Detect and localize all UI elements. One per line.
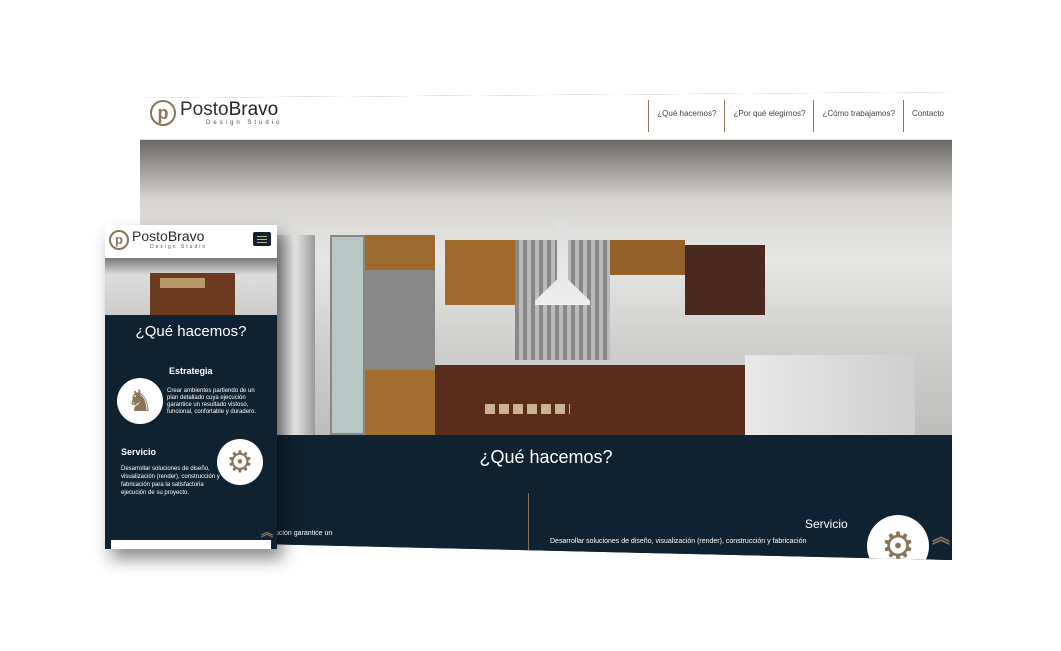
service-text: Desarrollar soluciones de diseño, visual…	[121, 466, 220, 496]
service-title: Servicio	[805, 517, 848, 531]
main-nav: ¿Qué hacemos? ¿Por qué elegirnos? ¿Cómo …	[648, 100, 952, 132]
nav-contacto[interactable]: Contacto	[902, 100, 952, 132]
brand-tagline: Design Studio	[150, 244, 208, 250]
logo-mark-icon: p	[109, 229, 129, 250]
column-divider	[528, 493, 529, 560]
scroll-top-icon[interactable]: ︽	[261, 523, 273, 540]
brand-name-b: Bravo	[228, 99, 279, 120]
hamburger-menu-icon[interactable]	[253, 232, 271, 246]
gear-pencil-icon: ⚙	[867, 515, 929, 560]
strategy-title: Estrategia	[169, 366, 213, 376]
brand-name-b: Bravo	[167, 228, 205, 244]
mobile-logo[interactable]: p PostoBravo Design Studio	[109, 229, 207, 250]
service-title: Servicio	[121, 447, 157, 457]
chess-knight-icon: ♞	[117, 378, 163, 424]
nav-que-hacemos[interactable]: ¿Qué hacemos?	[648, 100, 724, 132]
mobile-header: p PostoBravo Design Studio	[105, 225, 277, 258]
mobile-section-title: ¿Qué hacemos?	[135, 323, 247, 340]
mobile-hero-image	[105, 258, 277, 315]
nav-como-trabajamos[interactable]: ¿Cómo trabajamos?	[813, 100, 902, 132]
scroll-top-icon[interactable]: ︽	[932, 523, 950, 549]
desktop-header: p PostoBravo Design Studio ¿Qué hacemos?…	[140, 92, 952, 140]
brand-name-a: Posto	[132, 228, 168, 244]
gear-pencil-icon: ⚙	[217, 439, 263, 485]
nav-por-que-elegirnos[interactable]: ¿Por qué elegirnos?	[724, 100, 813, 132]
brand-name-a: Posto	[180, 99, 229, 120]
mobile-mockup: p PostoBravo Design Studio ¿Qué hacemos?…	[105, 225, 277, 549]
brand-tagline: Design Studio	[206, 120, 283, 126]
service-text-fragment: Desarrollar soluciones de diseño, visual…	[550, 538, 807, 545]
logo-mark-icon: p	[150, 100, 176, 126]
next-section-preview	[111, 540, 271, 549]
logo[interactable]: p PostoBravo Design Studio	[150, 100, 282, 126]
strategy-text: Crear ambientes partiendo de un plan det…	[167, 388, 257, 415]
